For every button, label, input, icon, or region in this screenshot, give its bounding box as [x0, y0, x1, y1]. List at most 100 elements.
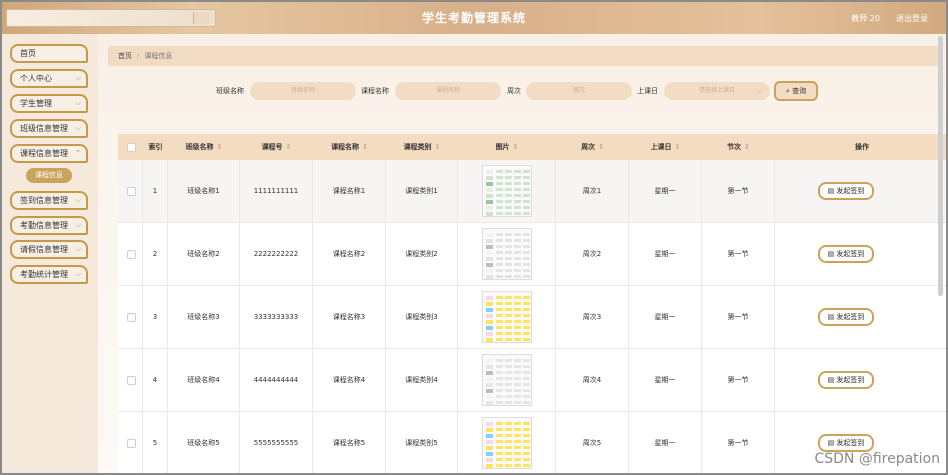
start-signin-button[interactable]: ▤ 发起签到: [818, 434, 874, 452]
top-bar: 学生考勤管理系统 教师 20 退出登录: [2, 2, 946, 34]
cell-course-name: 课程名称2: [313, 223, 386, 286]
course-thumbnail[interactable]: [482, 417, 532, 469]
sidebar-item-label: 签到信息管理: [20, 196, 68, 205]
day-select[interactable]: 请选择上课日 ⌵: [664, 82, 770, 100]
sort-icon[interactable]: ⇕: [286, 143, 292, 151]
cell-index: 4: [143, 349, 168, 412]
sidebar-item-courses[interactable]: 课程信息管理 ⌃: [10, 144, 88, 163]
course-thumbnail[interactable]: [482, 291, 532, 343]
start-signin-button[interactable]: ▤ 发起签到: [818, 308, 874, 326]
scrollbar[interactable]: [938, 36, 943, 296]
header-week[interactable]: 周次 ⇕: [556, 134, 629, 160]
sort-icon[interactable]: ⇕: [598, 143, 604, 151]
week-input[interactable]: 周次: [526, 82, 632, 100]
row-checkbox[interactable]: [127, 439, 136, 448]
header-image[interactable]: 图片 ⇕: [458, 134, 556, 160]
sort-icon[interactable]: ⇕: [435, 143, 441, 151]
cell-course-name: 课程名称3: [313, 286, 386, 349]
cell-section: 第一节: [702, 286, 775, 349]
table-row[interactable]: 2 班级名称2 2222222222 课程名称2 课程类别2 周次2 星期一 第一节 ▤ 发起签…: [118, 223, 946, 286]
cell-day: 星期一: [629, 286, 702, 349]
sidebar-item-attendance[interactable]: 考勤信息管理 ⌵: [10, 216, 88, 235]
row-select-cell: [118, 223, 143, 286]
select-all-checkbox[interactable]: [127, 143, 136, 152]
cell-class-name: 班级名称1: [168, 160, 240, 223]
sidebar-item-stats[interactable]: 考勤统计管理 ⌵: [10, 265, 88, 284]
row-select-cell: [118, 160, 143, 223]
sidebar-item-label: 首页: [20, 49, 36, 58]
header-course-name-label: 课程名称: [331, 143, 360, 151]
row-checkbox[interactable]: [127, 250, 136, 259]
header-select-all[interactable]: [118, 134, 143, 160]
start-signin-button[interactable]: ▤ 发起签到: [818, 182, 874, 200]
course-thumbnail[interactable]: [482, 354, 532, 406]
sort-icon[interactable]: ⇕: [513, 143, 519, 151]
cell-course-no: 4444444444: [240, 349, 313, 412]
course-thumbnail[interactable]: [482, 165, 532, 217]
search-button[interactable]: ⌕ 查询: [774, 81, 818, 101]
sidebar-item-profile[interactable]: 个人中心 ⌵: [10, 69, 88, 88]
table-row[interactable]: 1 班级名称1 1111111111 课程名称1 课程类别1 周次1 星期一 第一节 ▤ 发起签…: [118, 160, 946, 223]
course-thumbnail[interactable]: [482, 228, 532, 280]
header-index: 索引: [148, 143, 163, 151]
cell-course-type: 课程类别2: [386, 223, 458, 286]
header-day[interactable]: 上课日 ⇕: [629, 134, 702, 160]
start-signin-button[interactable]: ▤ 发起签到: [818, 245, 874, 263]
chevron-down-icon: ⌵: [75, 99, 81, 107]
breadcrumb-current: 课程信息: [144, 52, 173, 60]
current-user[interactable]: 教师 20: [851, 13, 880, 24]
header-course-name[interactable]: 课程名称 ⇕: [313, 134, 386, 160]
class-name-input[interactable]: 班级名称: [250, 82, 356, 100]
sidebar-item-students[interactable]: 学生管理 ⌵: [10, 94, 88, 113]
chevron-down-icon: ⌵: [75, 196, 81, 204]
day-label: 上课日: [637, 87, 658, 95]
start-signin-label: 发起签到: [836, 439, 865, 447]
chevron-down-icon: ⌵: [75, 74, 81, 82]
table-row[interactable]: 4 班级名称4 4444444444 课程名称4 课程类别4 周次4 星期一 第一节 ▤ 发起签…: [118, 349, 946, 412]
sidebar-item-label: 个人中心: [20, 74, 52, 83]
sidebar-item-signin[interactable]: 签到信息管理 ⌵: [10, 191, 88, 210]
header-section[interactable]: 节次 ⇕: [702, 134, 775, 160]
cell-course-no: 2222222222: [240, 223, 313, 286]
logout-link[interactable]: 退出登录: [896, 13, 928, 24]
cell-day: 星期一: [629, 349, 702, 412]
sort-icon[interactable]: ⇕: [675, 143, 681, 151]
cell-section: 第一节: [702, 412, 775, 473]
row-select-cell: [118, 286, 143, 349]
search-icon: ⌕: [785, 87, 790, 95]
cell-course-name: 课程名称1: [313, 160, 386, 223]
cell-course-no: 1111111111: [240, 160, 313, 223]
sidebar-item-classes[interactable]: 班级信息管理 ⌵: [10, 119, 88, 138]
sort-icon[interactable]: ⇕: [744, 143, 750, 151]
watermark: CSDN @firepation: [814, 451, 940, 467]
header-course-no[interactable]: 课程号 ⇕: [240, 134, 313, 160]
course-name-input[interactable]: 课程名称: [395, 82, 501, 100]
sidebar-item-label: 学生管理: [20, 99, 52, 108]
start-signin-label: 发起签到: [836, 187, 865, 195]
start-signin-label: 发起签到: [836, 250, 865, 258]
header-class-name[interactable]: 班级名称 ⇕: [168, 134, 240, 160]
sidebar-item-leave[interactable]: 请假信息管理 ⌵: [10, 240, 88, 259]
cell-week: 周次3: [556, 286, 629, 349]
sidebar-item-label: 课程信息管理: [20, 149, 68, 158]
start-signin-button[interactable]: ▤ 发起签到: [818, 371, 874, 389]
table-row[interactable]: 3 班级名称3 3333333333 课程名称3 课程类别3 周次3 星期一 第一节 ▤ 发起签…: [118, 286, 946, 349]
sort-icon[interactable]: ⇕: [217, 143, 223, 151]
sidebar-item-label: 考勤信息管理: [20, 221, 68, 230]
header-image-label: 图片: [495, 143, 510, 151]
cell-week: 周次4: [556, 349, 629, 412]
cell-section: 第一节: [702, 160, 775, 223]
header-course-type[interactable]: 课程类别 ⇕: [386, 134, 458, 160]
sidebar-item-label: 考勤统计管理: [20, 270, 68, 279]
breadcrumb-home[interactable]: 首页: [118, 52, 132, 60]
row-checkbox[interactable]: [127, 376, 136, 385]
row-checkbox[interactable]: [127, 187, 136, 196]
cell-class-name: 班级名称3: [168, 286, 240, 349]
sidebar-item-home[interactable]: 首页: [10, 44, 88, 63]
main-content: 首页 / 课程信息 班级名称 班级名称 课程名称 课程名称 周次 周次 上课日 请选…: [98, 34, 946, 473]
chevron-down-icon: ⌵: [75, 245, 81, 253]
row-checkbox[interactable]: [127, 313, 136, 322]
sort-icon[interactable]: ⇕: [362, 143, 368, 151]
cell-course-name: 课程名称4: [313, 349, 386, 412]
sidebar-subitem-course-info[interactable]: 课程信息: [26, 168, 72, 183]
